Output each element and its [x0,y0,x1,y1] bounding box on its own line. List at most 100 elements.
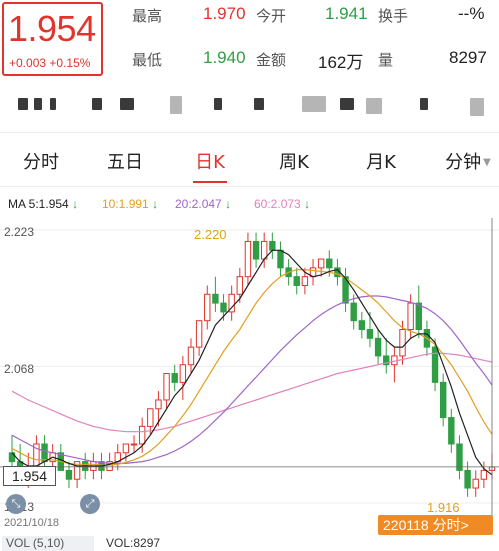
candle-body [130,443,138,446]
axis-max-label: 2.223 [4,225,35,239]
price-change-value: +0.003 [9,56,47,70]
candle-body [407,302,414,331]
zoom-out-icon[interactable]: ⤡ [6,494,26,514]
tab-weekly-k[interactable]: 周K [272,148,316,174]
candle-body [244,240,252,278]
volume-bar: VOL (5,10) VOL:8297 [0,536,499,551]
redacted-info-row [0,86,499,124]
current-price: 1.954 [8,8,96,49]
amount-label: 金额 [256,51,287,69]
candle-body [358,320,366,331]
candle-body [472,478,479,489]
ma10-legend: 10:1.991 ↓ [102,197,158,211]
ma5-line [11,249,493,476]
candle-body [171,373,178,383]
candle-body [212,293,219,304]
open-label: 今开 [256,7,287,25]
price-change: +0.003 +0.15% [9,56,90,70]
redacted-block [470,98,484,116]
volume-label: 量 [378,51,394,69]
candle-body [41,443,48,463]
redacted-block [340,98,354,110]
candle-body [269,240,276,251]
candle-body [293,276,300,286]
candle-body [179,364,187,383]
tab-five-day[interactable]: 五日 [102,148,148,174]
period-low-marker: 1.916 [427,500,460,515]
candle-body [236,276,243,295]
candle-body [366,329,374,339]
divider [0,132,499,133]
candle-body [399,329,406,357]
redacted-block [34,98,42,110]
candle-body [301,276,309,286]
candle-body [155,399,162,410]
tab-minute-label: 分钟 [445,152,482,173]
divider [0,186,499,187]
axis-mid-label: 2.068 [4,362,35,376]
redacted-block [120,98,134,110]
tab-minute[interactable]: 分钟 ▼ [438,148,498,174]
low-label: 最低 [132,51,163,69]
redacted-block [18,98,28,110]
down-arrow-icon: ↓ [152,197,159,211]
active-tab-underline [193,181,227,183]
volume-readout: VOL:8297 [106,536,161,550]
volume-indicator-select[interactable]: VOL (5,10) [2,536,94,551]
candle-body [415,302,422,331]
period-high-marker: 2.220 [194,227,227,242]
tab-monthly-k[interactable]: 月K [359,148,403,174]
chevron-down-icon: ▼ [483,157,491,168]
candle-body [122,443,130,454]
candle-body [220,302,227,313]
candle-body [147,408,154,427]
candle-body [439,381,447,419]
candle-body [138,425,146,445]
ma5-legend: MA 5:1.954 ↓ [8,197,78,211]
open-value: 1.941 [325,4,368,23]
amount-value: 162万 [318,53,364,72]
candle-body [448,417,455,445]
candle-body [252,240,260,260]
candle-body [317,258,325,269]
quote-header: 1.954 +0.003 +0.15% 最高 1.970 今开 1.941 换手… [0,0,499,84]
down-arrow-icon: ↓ [304,197,311,211]
chart-start-date: 2021/10/18 [4,517,60,529]
price-change-pct: +0.15% [49,56,91,70]
tab-intraday[interactable]: 分时 [18,148,64,174]
ma5-value: MA 5:1.954 [8,197,69,211]
candle-body [456,443,463,471]
redacted-block [254,98,264,110]
redacted-block [50,98,56,110]
high-value: 1.970 [203,4,246,23]
candle-body [195,320,203,348]
tab-daily-k[interactable]: 日K [189,148,231,174]
current-price-box: 1.954 +0.003 +0.15% [2,2,103,76]
ma60-line [11,352,493,433]
redacted-block [170,96,182,114]
period-tabs: 分时 五日 日K 周K 月K 分钟 ▼ [0,140,499,184]
kline-chart[interactable] [0,218,499,534]
ma20-value: 20:2.047 [175,197,222,211]
turnover-value: --% [458,4,485,23]
candle-body [187,346,195,366]
ma60-value: 60:2.073 [254,197,301,211]
ma10-line [11,268,493,466]
redacted-block [92,98,102,110]
redacted-block [420,98,428,110]
ma20-legend: 20:2.047 ↓ [175,197,231,211]
turnover-label: 换手 [378,7,409,25]
candle-body [277,249,284,269]
down-arrow-icon: ↓ [72,197,79,211]
candle-body [204,293,211,322]
crosshair-price-label: 1.954 [3,466,56,486]
ma60-legend: 60:2.073 ↓ [254,197,310,211]
zoom-in-icon[interactable]: ⤢ [80,494,100,514]
candle-body [326,258,333,269]
ma10-value: 10:1.991 [102,197,149,211]
candles [8,232,496,497]
redacted-block [214,98,222,110]
redacted-block [302,96,326,112]
candle-body [163,373,170,401]
crosshair-date-tag[interactable]: 220118 分时> [378,515,493,535]
